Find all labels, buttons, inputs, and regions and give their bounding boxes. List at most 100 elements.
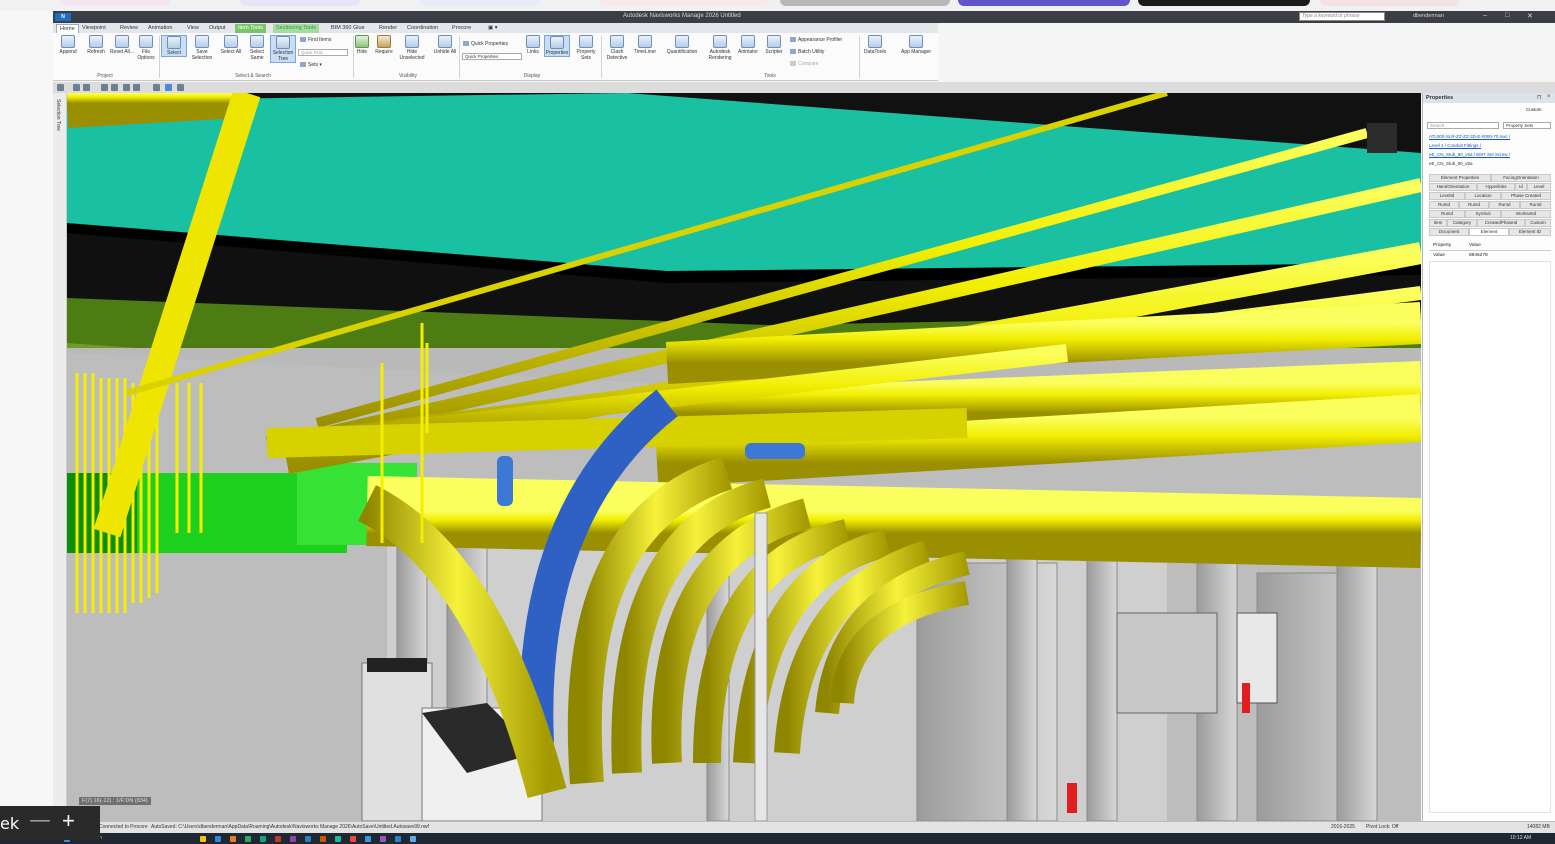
table-row[interactable]: Value 8946278 <box>1429 252 1551 261</box>
save-icon[interactable] <box>83 84 90 91</box>
refresh-button[interactable]: Refresh <box>83 35 109 55</box>
prop-tab[interactable]: RunId <box>1429 210 1465 218</box>
refresh-icon[interactable] <box>153 84 160 91</box>
zoom-in-icon[interactable]: + <box>62 808 75 834</box>
dropdown-icon[interactable] <box>177 84 184 91</box>
sets-dropdown[interactable]: Sets ▾ <box>300 62 322 68</box>
prop-tab[interactable]: Level <box>1527 183 1551 191</box>
group-label-project[interactable]: Project <box>93 73 117 79</box>
tab-sectioning-tools[interactable]: Sectioning Tools <box>273 24 319 33</box>
browser-tab[interactable] <box>600 0 770 6</box>
open-icon[interactable] <box>73 84 80 91</box>
pin-icon[interactable]: ⊓ <box>1537 94 1542 101</box>
group-label-select-search[interactable]: Select & Search <box>228 73 278 79</box>
app-icon[interactable] <box>410 836 416 842</box>
select-same-button[interactable]: Select Same <box>244 35 270 61</box>
maximize-icon[interactable]: □ <box>1505 12 1509 19</box>
help-search-input[interactable]: Type a keyword or phrase <box>1299 12 1385 21</box>
prop-tab[interactable]: RunId <box>1429 201 1459 209</box>
breadcrumb-line[interactable]: Level 1 / Conduit Fittings / <box>1429 143 1481 148</box>
ribbon-options-icon[interactable]: ▣ ▾ <box>485 24 501 33</box>
prop-tab[interactable]: Item <box>1429 219 1447 227</box>
app-icon[interactable] <box>230 836 236 842</box>
print-icon[interactable] <box>111 84 118 91</box>
tab-item-tools[interactable]: Item Tools <box>235 24 266 33</box>
prop-tab-active[interactable]: Element <box>1469 228 1509 236</box>
browser-tab[interactable] <box>780 0 950 6</box>
tab-render[interactable]: Render <box>376 24 400 33</box>
autodesk-rendering-button[interactable]: Autodesk Rendering <box>702 35 738 61</box>
selection-tree-button[interactable]: Selection Tree <box>270 35 296 63</box>
prop-tab[interactable]: WorksetId <box>1501 210 1551 218</box>
hide-unselected-button[interactable]: Hide Unselected <box>399 35 425 61</box>
app-logo[interactable]: N <box>55 13 71 21</box>
undo-icon[interactable] <box>123 84 130 91</box>
append-button[interactable]: Append <box>55 35 81 55</box>
appearance-profiler-button[interactable]: Appearance Profiler <box>790 37 842 43</box>
links-button[interactable]: Links <box>520 35 546 55</box>
group-label-tools[interactable]: Tools <box>758 73 782 79</box>
tab-coordination[interactable]: Coordination <box>404 24 441 33</box>
app-icon[interactable] <box>395 836 401 842</box>
custom-label[interactable]: Custom <box>1526 107 1542 112</box>
close-icon[interactable]: × <box>1547 94 1551 100</box>
property-sets-dropdown[interactable]: Property Sets <box>1503 122 1551 129</box>
prop-tab[interactable]: FacingOrientation <box>1491 174 1551 182</box>
prop-tab[interactable]: Location <box>1465 192 1501 200</box>
unhide-all-button[interactable]: Unhide All <box>432 35 458 55</box>
scripter-button[interactable]: Scripter <box>761 35 787 55</box>
browser-tab[interactable] <box>60 0 170 6</box>
user-name[interactable]: dbenderman <box>1413 13 1444 19</box>
app-icon[interactable] <box>275 836 281 842</box>
pivot-lock-status[interactable]: Pivot Lock: Off <box>1366 822 1398 833</box>
group-label-display[interactable]: Display <box>520 73 544 79</box>
browser-tab[interactable] <box>1138 0 1310 6</box>
prop-tab[interactable]: HandOrientation <box>1429 183 1477 191</box>
selection-tree-panel-tab[interactable]: Selection Tree <box>53 93 67 821</box>
property-sets-button[interactable]: Property Sets <box>573 35 599 61</box>
prop-tab[interactable]: Hyperlinks <box>1477 183 1515 191</box>
edge-icon[interactable] <box>215 836 221 842</box>
3d-viewport[interactable]: F(7) 16(-12) : 1/F:DN (834) <box>67 93 1421 821</box>
save-selection-button[interactable]: Save Selection <box>189 35 215 61</box>
prop-tab[interactable]: Document <box>1429 228 1469 236</box>
tab-viewpoint[interactable]: Viewpoint <box>79 24 109 33</box>
minimize-icon[interactable]: – <box>1483 12 1487 19</box>
quick-properties-toggle[interactable]: Quick Properties <box>463 41 508 47</box>
prop-tab[interactable]: LevelId <box>1429 192 1465 200</box>
properties-search[interactable]: Search <box>1427 122 1499 129</box>
select-all-button[interactable]: Select All <box>218 35 244 55</box>
app-icon[interactable] <box>305 836 311 842</box>
tab-output[interactable]: Output <box>206 24 229 33</box>
app-icon[interactable] <box>380 836 386 842</box>
explorer-icon[interactable] <box>200 836 206 842</box>
browser-tab-active[interactable] <box>958 0 1130 6</box>
select-button[interactable]: Select <box>161 35 187 57</box>
prop-tab[interactable]: RunId <box>1489 201 1520 209</box>
app-icon[interactable] <box>350 836 356 842</box>
quick-properties-dropdown[interactable]: Quick Properties <box>462 53 522 60</box>
breadcrumb-line[interactable]: ATL000-SLR-ZZ-ZZ-3D-E-0000-70.nwc / <box>1429 134 1510 139</box>
clock[interactable]: 10:12 AM <box>1510 835 1531 841</box>
select-icon[interactable] <box>165 84 172 91</box>
reset-all-button[interactable]: Reset All... <box>109 35 135 55</box>
group-label-visibility[interactable]: Visibility <box>393 73 423 79</box>
tab-bim360-glue[interactable]: BIM 360 Glue <box>328 24 368 33</box>
tab-procore[interactable]: Procore <box>449 24 474 33</box>
app-icon[interactable] <box>290 836 296 842</box>
require-button[interactable]: Require <box>371 35 397 55</box>
close-icon[interactable]: ✕ <box>1527 12 1533 20</box>
tab-home[interactable]: Home <box>56 24 79 33</box>
menu-icon[interactable] <box>57 84 64 91</box>
tab-review[interactable]: Review <box>117 24 141 33</box>
browser-tab[interactable] <box>1320 0 1460 6</box>
compare-button[interactable]: Compare <box>790 61 819 67</box>
zoom-out-icon[interactable]: — <box>30 809 50 832</box>
quantification-button[interactable]: Quantification <box>664 35 700 55</box>
clash-detective-button[interactable]: Clash Detective <box>604 35 630 61</box>
browser-tab[interactable] <box>240 0 360 6</box>
app-manager-button[interactable]: App Manager <box>896 35 936 55</box>
app-icon[interactable] <box>320 836 326 842</box>
timeliner-button[interactable]: TimeLiner <box>632 35 658 55</box>
prop-tab[interactable]: Element ID <box>1509 228 1551 236</box>
